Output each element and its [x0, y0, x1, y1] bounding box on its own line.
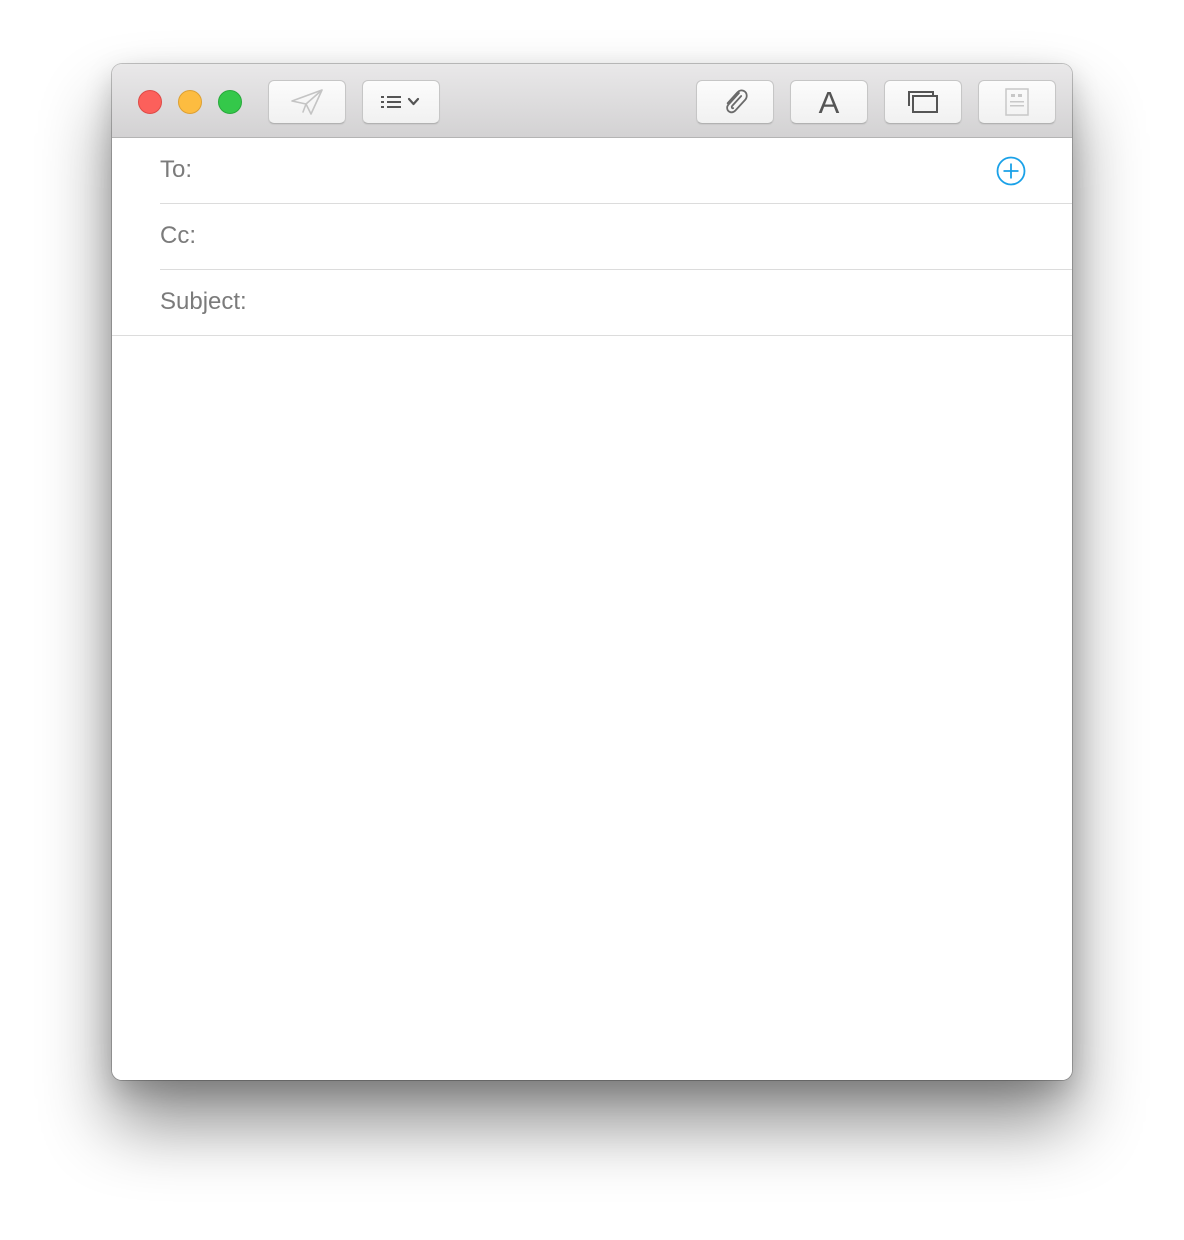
to-label: To:	[160, 156, 193, 183]
to-field[interactable]	[208, 152, 972, 190]
message-body[interactable]	[112, 336, 1072, 1080]
paper-plane-icon	[289, 87, 325, 117]
stationery-button[interactable]	[978, 80, 1056, 124]
photo-browser-button[interactable]	[884, 80, 962, 124]
overlapping-windows-icon	[906, 89, 940, 115]
subject-row: Subject:	[112, 270, 1072, 336]
stationery-document-icon	[1003, 87, 1031, 117]
fonts-label: A	[818, 84, 840, 120]
message-headers: To: Cc: Subject:	[112, 138, 1072, 336]
cc-label: Cc:	[160, 222, 196, 249]
add-contact-button[interactable]	[996, 156, 1026, 186]
cc-field[interactable]	[212, 218, 1016, 256]
send-button[interactable]	[268, 80, 346, 124]
compose-window: A To: Cc: Subject:	[112, 64, 1072, 1080]
title-bar[interactable]: A	[112, 64, 1072, 138]
subject-field[interactable]	[272, 284, 1056, 322]
paperclip-icon	[719, 85, 751, 119]
zoom-button[interactable]	[218, 90, 242, 114]
list-with-chevron-icon	[377, 90, 425, 114]
to-row: To:	[160, 138, 1072, 204]
minimize-button[interactable]	[178, 90, 202, 114]
subject-label: Subject:	[160, 288, 247, 315]
plus-circle-icon	[996, 156, 1026, 186]
close-button[interactable]	[138, 90, 162, 114]
attach-button[interactable]	[696, 80, 774, 124]
header-fields-button[interactable]	[362, 80, 440, 124]
cc-row: Cc:	[160, 204, 1072, 270]
fonts-button[interactable]: A	[790, 80, 868, 124]
